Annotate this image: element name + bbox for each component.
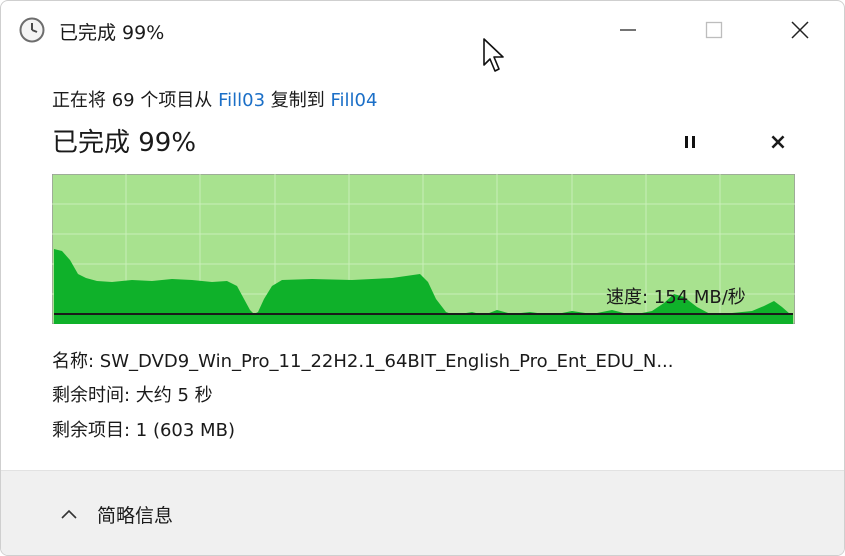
fewer-details-toggle[interactable]: 简略信息 <box>97 501 173 528</box>
destination-folder-link[interactable]: Fill04 <box>330 90 377 111</box>
clock-icon <box>19 17 45 43</box>
maximize-icon <box>705 21 723 39</box>
footer: 简略信息 <box>1 470 844 555</box>
copy-prefix: 正在将 69 个项目从 <box>52 90 219 111</box>
progress-title: 已完成 99% <box>52 128 197 158</box>
pause-icon <box>685 136 695 148</box>
chevron-up-icon[interactable] <box>59 507 79 521</box>
file-name: 名称: SW_DVD9_Win_Pro_11_22H2.1_64BIT_Engl… <box>52 351 674 372</box>
source-folder-link[interactable]: Fill03 <box>218 90 265 111</box>
cancel-button[interactable]: × <box>761 127 795 157</box>
minimize-button[interactable] <box>605 13 651 47</box>
mouse-cursor-icon <box>483 38 504 72</box>
minimize-icon <box>620 29 636 31</box>
items-remaining: 剩余项目: 1 (603 MB) <box>52 420 235 441</box>
time-remaining: 剩余时间: 大约 5 秒 <box>52 385 213 406</box>
copy-progress-window: 已完成 99% 正在将 69 个项目从 Fill03 复制到 Fill04 已完… <box>0 0 845 556</box>
copy-middle: 复制到 <box>265 90 331 111</box>
pause-button[interactable] <box>673 127 707 157</box>
window-title: 已完成 99% <box>59 22 165 44</box>
maximize-button <box>691 13 737 47</box>
title-bar[interactable]: 已完成 99% <box>1 1 844 59</box>
close-button[interactable] <box>777 13 823 47</box>
close-icon <box>791 21 809 39</box>
copy-description: 正在将 69 个项目从 Fill03 复制到 Fill04 <box>52 86 377 112</box>
speed-label: 速度: 154 MB/秒 <box>606 287 746 308</box>
